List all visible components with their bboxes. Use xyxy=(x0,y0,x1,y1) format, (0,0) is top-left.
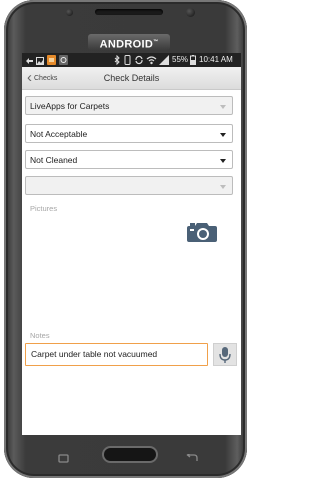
notes-label: Notes xyxy=(30,331,50,340)
back-key[interactable] xyxy=(185,450,199,468)
cleaning-status-select[interactable]: Not Cleaned xyxy=(25,150,233,169)
microphone-icon xyxy=(219,347,231,363)
recent-apps-icon xyxy=(58,454,69,463)
back-button-label: Checks xyxy=(34,74,58,82)
app-bar: Check Details ‹ Checks xyxy=(22,67,241,90)
back-icon xyxy=(186,452,198,461)
status-time: 10:41 AM xyxy=(199,55,233,64)
chevron-down-icon xyxy=(220,105,226,109)
brand-label: ANDROID™ xyxy=(88,34,170,51)
brand-trademark: ™ xyxy=(153,39,159,45)
battery-percent: 55% xyxy=(172,55,189,64)
camera-icon xyxy=(187,223,217,242)
brand-text: ANDROID xyxy=(99,38,154,51)
camera-button[interactable] xyxy=(186,221,218,243)
category-select-value: LiveApps for Carpets xyxy=(30,101,110,111)
earpiece-speaker xyxy=(95,9,163,15)
chevron-down-icon xyxy=(220,185,226,189)
chevron-down-icon xyxy=(220,133,226,137)
screen: 55% 10:41 AM Check Details ‹ Checks LiveA… xyxy=(22,53,241,435)
proximity-sensor xyxy=(66,9,73,16)
status-bar: 55% 10:41 AM xyxy=(22,53,241,67)
cleaning-status-select-value: Not Cleaned xyxy=(30,155,78,165)
acceptability-select-value: Not Acceptable xyxy=(30,129,88,139)
acceptability-select[interactable]: Not Acceptable xyxy=(25,124,233,143)
recent-apps-key[interactable] xyxy=(58,450,70,468)
home-key[interactable] xyxy=(102,446,158,463)
chevron-left-icon: ‹ xyxy=(27,69,32,86)
empty-select[interactable] xyxy=(25,176,233,195)
front-camera xyxy=(186,8,195,17)
voice-input-button[interactable] xyxy=(213,343,237,366)
back-button[interactable]: ‹ Checks xyxy=(27,69,57,87)
phone-frame: ANDROID™ 55% 10:41 AM Check Details ‹ Ch… xyxy=(4,0,247,478)
category-select[interactable]: LiveApps for Carpets xyxy=(25,96,233,115)
chevron-down-icon xyxy=(220,159,226,163)
notes-input[interactable]: Carpet under table not vacuumed xyxy=(25,343,208,366)
pictures-label: Pictures xyxy=(30,204,58,213)
